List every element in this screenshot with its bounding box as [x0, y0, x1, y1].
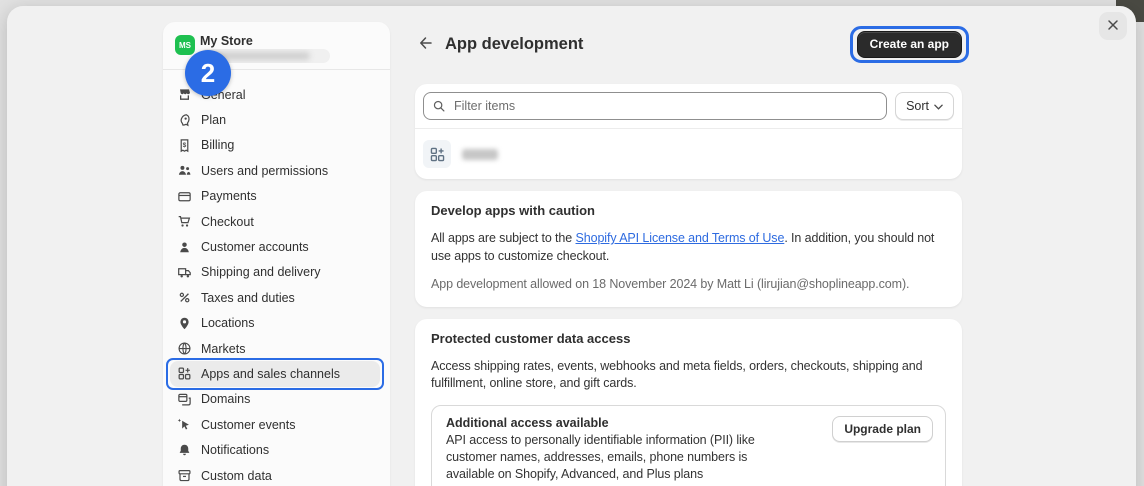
sidebar-item-label: Shipping and delivery — [201, 265, 321, 279]
sidebar-item-domains[interactable]: Domains — [170, 387, 380, 412]
sidebar-item-label: Customer accounts — [201, 240, 309, 254]
protected-card-body: Access shipping rates, events, webhooks … — [431, 358, 946, 393]
truck-icon — [176, 264, 192, 280]
person-icon — [176, 239, 192, 255]
sidebar-item-label: Apps and sales channels — [201, 367, 340, 381]
receipt-icon: $ — [176, 137, 192, 153]
card-icon — [176, 188, 192, 204]
sidebar-item-customer-accounts[interactable]: Customer accounts — [170, 234, 380, 259]
annotation-step-badge: 2 — [185, 50, 231, 96]
sidebar-item-taxes-duties[interactable]: Taxes and duties — [170, 285, 380, 310]
sidebar-item-custom-data[interactable]: Custom data — [170, 463, 380, 486]
sidebar-item-label: Domains — [201, 392, 250, 406]
search-icon — [432, 99, 446, 113]
sidebar-item-checkout[interactable]: Checkout — [170, 209, 380, 234]
sidebar-item-label: Payments — [201, 189, 257, 203]
archive-icon — [176, 468, 192, 484]
sort-button[interactable]: Sort — [895, 92, 954, 120]
domains-icon — [176, 391, 192, 407]
sidebar-item-plan[interactable]: Plan — [170, 107, 380, 132]
store-avatar: MS — [175, 35, 195, 55]
settings-modal: 2 MS My Store General Plan $ Billing Use… — [7, 6, 1136, 486]
additional-access-title: Additional access available — [446, 416, 781, 430]
sidebar-item-users-permissions[interactable]: Users and permissions — [170, 158, 380, 183]
app-list-toolbar: Sort — [415, 84, 962, 128]
filter-items-input[interactable] — [423, 92, 887, 120]
sidebar-item-shipping-delivery[interactable]: Shipping and delivery — [170, 260, 380, 285]
sidebar-item-label: Billing — [201, 138, 234, 152]
pin-icon — [176, 315, 192, 331]
main-content: App development Create an app Sort — [415, 30, 962, 486]
svg-text:$: $ — [182, 142, 186, 149]
sidebar-item-label: Locations — [201, 316, 255, 330]
store-name: My Store — [200, 34, 253, 48]
sidebar-item-notifications[interactable]: Notifications — [170, 437, 380, 462]
upgrade-plan-button[interactable]: Upgrade plan — [832, 416, 933, 442]
caution-card-body: All apps are subject to the Shopify API … — [431, 230, 946, 265]
sidebar-item-label: Taxes and duties — [201, 291, 295, 305]
api-license-link[interactable]: Shopify API License and Terms of Use — [576, 231, 785, 245]
caution-card: Develop apps with caution All apps are s… — [415, 191, 962, 307]
apps-icon — [176, 366, 192, 382]
sidebar-item-billing[interactable]: $ Billing — [170, 133, 380, 158]
rocket-icon — [176, 112, 192, 128]
sidebar-item-label: Customer events — [201, 418, 295, 432]
app-list-card: Sort — [415, 84, 962, 179]
back-arrow-icon — [418, 35, 434, 54]
settings-nav: General Plan $ Billing Users and permiss… — [163, 70, 390, 486]
app-development-allowed-note: App development allowed on 18 November 2… — [431, 276, 946, 294]
page-header: App development Create an app — [415, 30, 962, 58]
caution-card-title: Develop apps with caution — [431, 203, 946, 218]
close-icon — [1107, 19, 1119, 34]
chevron-down-icon — [934, 99, 943, 113]
percent-icon — [176, 290, 192, 306]
sidebar-item-label: Users and permissions — [201, 164, 328, 178]
caution-text-before: All apps are subject to the — [431, 231, 576, 245]
create-app-button[interactable]: Create an app — [857, 31, 962, 58]
sort-button-label: Sort — [906, 99, 929, 113]
cursor-icon — [176, 417, 192, 433]
app-list-row[interactable] — [415, 129, 962, 179]
sidebar-item-label: Custom data — [201, 469, 272, 483]
sidebar-item-markets[interactable]: Markets — [170, 336, 380, 361]
sidebar-item-label: Notifications — [201, 443, 269, 457]
back-button[interactable] — [415, 33, 437, 55]
additional-access-box: Additional access available API access t… — [431, 405, 946, 486]
protected-data-card: Protected customer data access Access sh… — [415, 319, 962, 486]
close-button[interactable] — [1099, 12, 1127, 40]
globe-icon — [176, 341, 192, 357]
bell-icon — [176, 442, 192, 458]
protected-card-title: Protected customer data access — [431, 331, 946, 346]
app-grid-icon — [423, 140, 451, 168]
store-icon — [176, 87, 192, 103]
sidebar-item-apps-sales-channels[interactable]: Apps and sales channels — [170, 361, 380, 386]
page-title: App development — [445, 35, 583, 54]
additional-access-body: API access to personally identifiable in… — [446, 432, 781, 483]
cart-icon — [176, 214, 192, 230]
sidebar-item-label: Checkout — [201, 215, 254, 229]
sidebar-item-locations[interactable]: Locations — [170, 311, 380, 336]
sidebar-item-label: Markets — [201, 342, 245, 356]
sidebar-item-payments[interactable]: Payments — [170, 184, 380, 209]
sidebar-item-customer-events[interactable]: Customer events — [170, 412, 380, 437]
app-name-blurred — [462, 149, 498, 160]
users-icon — [176, 163, 192, 179]
sidebar-item-label: Plan — [201, 113, 226, 127]
